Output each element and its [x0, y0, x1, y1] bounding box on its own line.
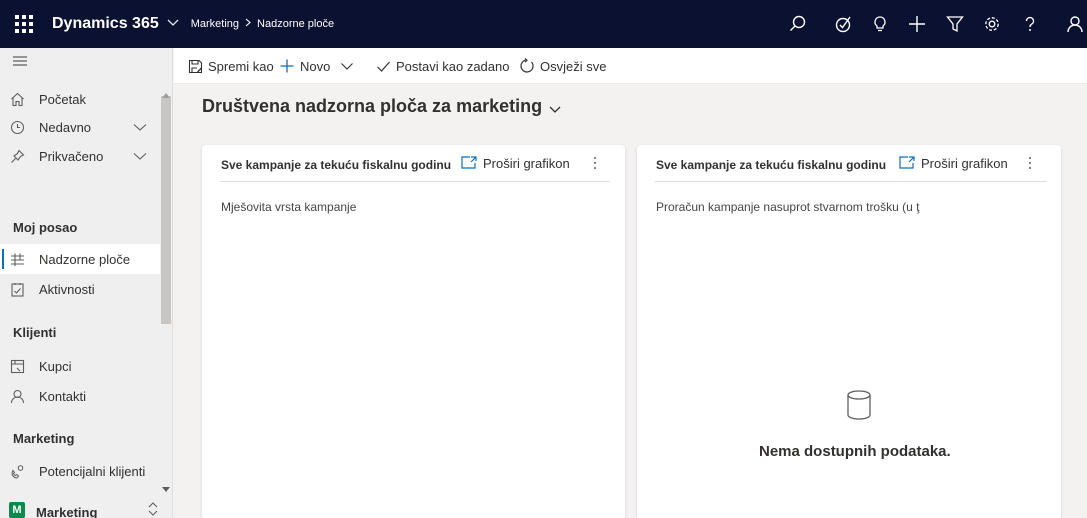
set-as-default-button[interactable]: Postavi kao zadano [374, 48, 509, 84]
plus-icon[interactable] [905, 12, 929, 36]
app-launcher-waffle-icon[interactable] [0, 0, 48, 48]
pin-icon [9, 148, 25, 164]
new-button[interactable]: Novo [278, 48, 354, 84]
breadcrumb-item-dashboards[interactable]: Nadzorne ploče [257, 18, 334, 30]
sidebar-item-label: Kontakti [39, 388, 86, 404]
chevron-down-icon[interactable] [133, 120, 147, 134]
sidebar-item-label: Nadzorne ploče [39, 251, 131, 267]
sidebar-item-contacts[interactable]: Kontakti [0, 381, 160, 411]
plus-icon [278, 57, 296, 75]
chart-subtitle: Mješovita vrsta kampanje [221, 200, 357, 214]
filter-icon[interactable] [943, 12, 967, 36]
scroll-down-arrow-icon[interactable] [162, 481, 170, 492]
leads-icon [9, 463, 25, 479]
sitemap-sidebar: Početak Nedavno Prikvačeno Moj posao Nad… [0, 48, 173, 518]
app-name[interactable]: Dynamics 365 [52, 15, 159, 33]
database-icon [846, 390, 872, 420]
more-options-icon[interactable] [588, 154, 602, 172]
search-icon[interactable] [786, 12, 810, 36]
sidebar-item-dashboards[interactable]: Nadzorne ploče [0, 244, 160, 274]
chevron-down-icon[interactable] [133, 149, 147, 163]
area-label: Marketing [36, 505, 98, 518]
chart-card-budget-vs-cost: Sve kampanje za tekuću fiskalnu godinu P… [637, 145, 1061, 518]
settings-icon[interactable] [980, 12, 1004, 36]
sidebar-item-label: Prikvačeno [39, 148, 104, 164]
sidebar-item-label: Početak [39, 91, 86, 107]
hamburger-menu-icon[interactable] [12, 54, 32, 74]
home-icon [9, 91, 25, 107]
sidebar-item-activities[interactable]: Aktivnosti [0, 274, 160, 304]
chevron-down-icon[interactable] [340, 59, 354, 73]
breadcrumb-separator-icon [245, 18, 251, 30]
sidebar-scrollbar-thumb[interactable] [161, 96, 171, 324]
assistant-icon[interactable] [831, 12, 855, 36]
chart-card-campaign-type: Sve kampanje za tekuću fiskalnu godinu P… [202, 145, 625, 518]
chart-subtitle: Proračun kampanje nasuprot stvarnom troš… [656, 200, 920, 214]
area-switcher[interactable]: M Marketing [0, 498, 172, 518]
refresh-icon [518, 57, 536, 75]
help-icon[interactable] [1018, 12, 1042, 36]
command-bar: Spremi kao Novo Postavi kao zadano Osvje… [174, 48, 1087, 84]
section-heading-my-work: Moj posao [13, 220, 78, 235]
save-as-icon [186, 57, 204, 75]
dashboard-icon [9, 251, 25, 267]
activities-icon [9, 281, 25, 297]
user-icon[interactable] [1063, 12, 1087, 36]
area-badge: M [9, 502, 25, 518]
clock-icon [9, 119, 25, 135]
more-options-icon[interactable] [1023, 154, 1037, 172]
save-as-button[interactable]: Spremi kao [186, 48, 274, 84]
scroll-up-arrow-icon[interactable] [162, 86, 170, 98]
expand-chart-button[interactable]: Proširi grafikon [899, 154, 1008, 172]
sidebar-item-pinned[interactable]: Prikvačeno [0, 141, 160, 171]
top-navigation-bar: Dynamics 365 Marketing Nadzorne ploče [0, 0, 1087, 48]
chevron-up-down-icon[interactable] [147, 501, 161, 517]
contact-icon [9, 388, 25, 404]
lightbulb-icon[interactable] [868, 12, 892, 36]
app-switcher-chevron-icon[interactable] [167, 18, 179, 30]
no-data-message: Nema dostupnih podataka. [759, 443, 951, 460]
expand-icon [461, 156, 477, 170]
sidebar-item-home[interactable]: Početak [0, 84, 160, 114]
section-heading-marketing: Marketing [13, 431, 75, 446]
card-title: Sve kampanje za tekuću fiskalnu godinu [221, 158, 452, 172]
section-heading-clients: Klijenti [13, 325, 57, 340]
breadcrumb: Marketing Nadzorne ploče [191, 18, 334, 30]
sidebar-item-label: Potencijalni klijenti [39, 463, 146, 479]
card-divider [655, 181, 1047, 182]
expand-chart-button[interactable]: Proširi grafikon [461, 154, 570, 172]
accounts-icon [9, 358, 25, 374]
chevron-down-icon[interactable] [548, 100, 562, 114]
expand-icon [899, 156, 915, 170]
sidebar-item-leads[interactable]: Potencijalni klijenti [0, 456, 160, 486]
page-title[interactable]: Društvena nadzorna ploča za marketing [202, 96, 562, 117]
sidebar-item-label: Aktivnosti [39, 281, 95, 297]
sidebar-item-label: Nedavno [39, 119, 92, 135]
sidebar-item-label: Kupci [39, 358, 72, 374]
refresh-all-button[interactable]: Osvježi sve [518, 48, 606, 84]
sidebar-item-recent[interactable]: Nedavno [0, 112, 160, 142]
sidebar-item-accounts[interactable]: Kupci [0, 351, 160, 381]
breadcrumb-item-marketing[interactable]: Marketing [191, 18, 239, 30]
checkmark-icon [374, 57, 392, 75]
card-title: Sve kampanje za tekuću fiskalnu godinu [656, 158, 887, 172]
card-divider [220, 181, 610, 182]
